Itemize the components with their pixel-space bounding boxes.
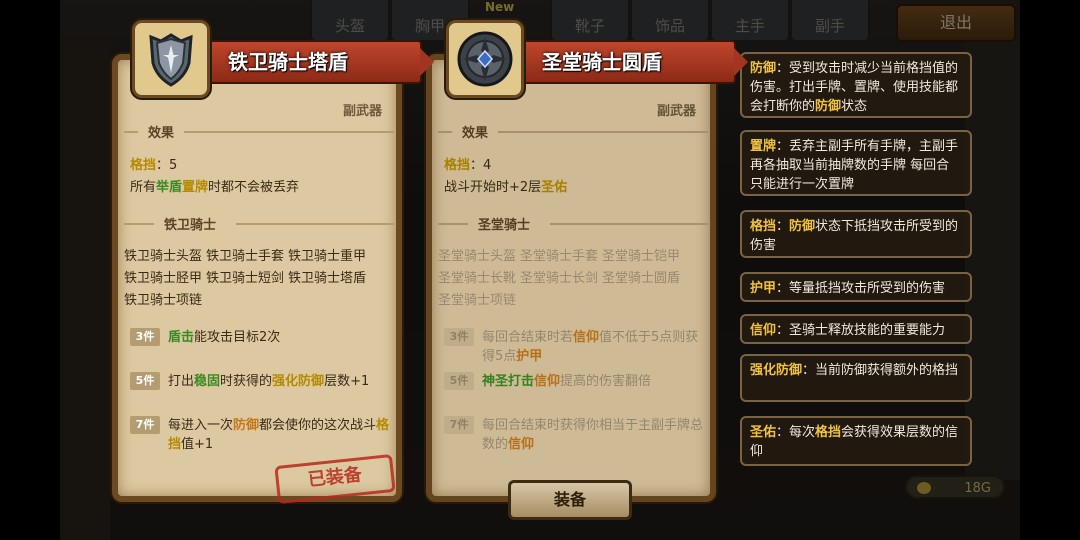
set-item: 铁卫骑士重甲 bbox=[288, 249, 367, 264]
item-icon-frame bbox=[446, 20, 524, 98]
piece-count-badge: 3件 bbox=[444, 328, 474, 346]
set-bonus-7: 7件 每回合结束时获得你相当于主副手牌总数的信仰 bbox=[444, 416, 706, 454]
effect-description: 所有举盾置牌时都不会被丢弃 bbox=[130, 180, 300, 195]
set-bonus-5: 5件 打出稳固时获得的强化防御层数+1 bbox=[130, 372, 392, 391]
block-keyword: 格挡 bbox=[130, 158, 157, 173]
set-item: 铁卫骑士胫甲 bbox=[124, 271, 203, 286]
set-item-list: 铁卫骑士头盔 铁卫骑士手套 铁卫骑士重甲铁卫骑士胫甲 铁卫骑士短剑 铁卫骑士塔盾铁卫骑士… bbox=[124, 246, 396, 312]
item-type-label: 副武器 bbox=[342, 104, 382, 119]
equip-button[interactable]: 装备 bbox=[508, 480, 632, 520]
keyword-tooltip-reset-cards: 置牌：丢弃主副手所有手牌，主副手再各抽取当前抽牌数的手牌 每回合只能进行一次置牌 bbox=[740, 130, 972, 196]
piece-count-badge: 5件 bbox=[130, 372, 160, 390]
item-name-banner: 铁卫骑士塔盾 bbox=[206, 40, 434, 84]
block-stat: 格挡：5 bbox=[130, 158, 178, 173]
set-item: 铁卫骑士手套 bbox=[206, 249, 285, 264]
keyword-tooltip-faith: 信仰：圣骑士释放技能的重要能力 bbox=[740, 314, 972, 344]
effect-section-header: 效果 bbox=[438, 122, 716, 142]
set-item: 圣堂骑士头盔 bbox=[438, 249, 517, 264]
equipment-screen: 头盔 胸甲 靴子 饰品 主手 副手 New 退出 18G 副武器 效果 格挡：5… bbox=[60, 0, 1020, 540]
keyword-holy-blessing: 圣佑 bbox=[541, 180, 568, 195]
effect-description: 战斗开始时+2层圣佑 bbox=[444, 180, 568, 195]
block-keyword: 格挡 bbox=[444, 158, 471, 173]
piece-count-badge: 5件 bbox=[444, 372, 474, 390]
set-bonus-3: 3件 盾击能攻击目标2次 bbox=[130, 328, 392, 347]
item-name-banner: 圣堂骑士圆盾 bbox=[520, 40, 748, 84]
item-icon-frame bbox=[132, 20, 210, 98]
keyword-tooltip-holy-blessing: 圣佑：每次格挡会获得效果层数的信仰 bbox=[740, 416, 972, 466]
piece-count-badge: 7件 bbox=[130, 416, 160, 434]
set-bonus-7: 7件 每进入一次防御都会使你的这次战斗格挡值+1 bbox=[130, 416, 392, 454]
item-card-equipped: 副武器 效果 格挡：5 所有举盾置牌时都不会被丢弃 铁卫骑士 铁卫骑士头盔 铁卫骑… bbox=[112, 54, 402, 505]
set-item: 圣堂骑士圆盾 bbox=[602, 271, 681, 286]
set-item-list: 圣堂骑士头盔 圣堂骑士手套 圣堂骑士铠甲圣堂骑士长靴 圣堂骑士长剑 圣堂骑士圆盾圣堂骑士… bbox=[438, 246, 710, 312]
keyword-tooltip-armor: 护甲：等量抵挡攻击所受到的伤害 bbox=[740, 272, 972, 302]
equipped-stamp: 已装备 bbox=[274, 453, 396, 505]
set-item: 圣堂骑士手套 bbox=[520, 249, 599, 264]
set-bonus-3: 3件 每回合结束时若信仰值不低于5点则获得5点护甲 bbox=[444, 328, 706, 366]
item-card-compare: 副武器 效果 格挡：4 战斗开始时+2层圣佑 圣堂骑士 圣堂骑士头盔 圣堂骑士手套… bbox=[426, 54, 716, 502]
piece-count-badge: 3件 bbox=[130, 328, 160, 346]
set-item: 铁卫骑士项链 bbox=[124, 293, 203, 308]
set-item: 铁卫骑士塔盾 bbox=[288, 271, 367, 286]
templar-round-shield-icon bbox=[457, 31, 513, 87]
set-item: 圣堂骑士长靴 bbox=[438, 271, 517, 286]
keyword-reset-cards: 置牌 bbox=[182, 180, 209, 195]
keyword-raise-shield: 举盾 bbox=[156, 180, 183, 195]
effect-section-header: 效果 bbox=[124, 122, 402, 142]
set-item: 铁卫骑士头盔 bbox=[124, 249, 203, 264]
set-item: 圣堂骑士长剑 bbox=[520, 271, 599, 286]
iron-tower-shield-icon bbox=[149, 33, 193, 87]
set-item: 圣堂骑士铠甲 bbox=[602, 249, 681, 264]
piece-count-badge: 7件 bbox=[444, 416, 474, 434]
item-type-label: 副武器 bbox=[656, 104, 696, 119]
block-stat: 格挡：4 bbox=[444, 158, 492, 173]
set-item: 铁卫骑士短剑 bbox=[206, 271, 285, 286]
keyword-tooltip-fortify: 强化防御：当前防御获得额外的格挡 bbox=[740, 354, 972, 402]
set-section-header: 铁卫骑士 bbox=[124, 214, 402, 234]
set-bonus-5: 5件 神圣打击信仰提高的伤害翻倍 bbox=[444, 372, 706, 391]
keyword-tooltip-block: 格挡：防御状态下抵挡攻击所受到的伤害 bbox=[740, 210, 972, 258]
keyword-tooltip-defense: 防御：受到攻击时减少当前格挡值的伤害。打出手牌、置牌、使用技能都会打断你的防御状… bbox=[740, 52, 972, 118]
set-section-header: 圣堂骑士 bbox=[438, 214, 716, 234]
set-item: 圣堂骑士项链 bbox=[438, 293, 517, 308]
